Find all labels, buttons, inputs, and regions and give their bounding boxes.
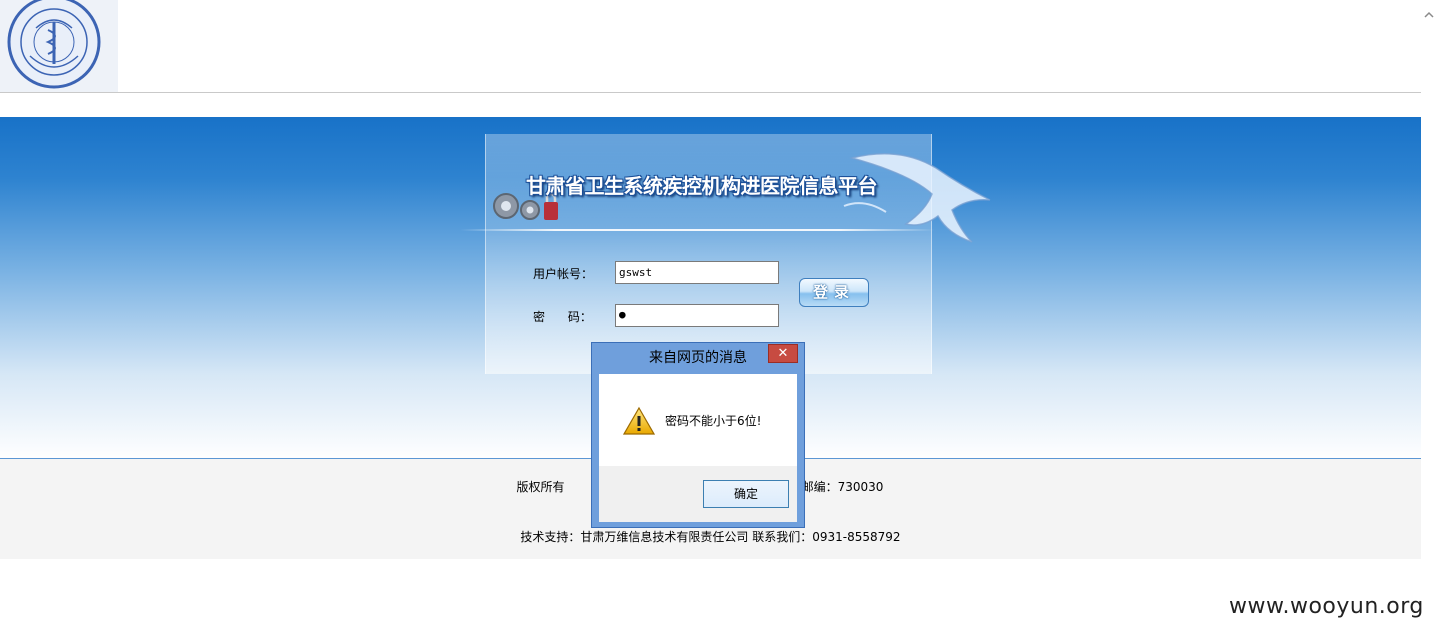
header-divider — [0, 92, 1421, 93]
close-icon[interactable]: ✕ — [768, 344, 798, 363]
password-label: 密 码： — [533, 310, 592, 324]
tech-support-text: 技术支持：甘肃万维信息技术有限责任公司 联系我们：0931-8558792 — [520, 530, 901, 544]
page-scrollbar[interactable] — [1421, 0, 1436, 637]
dialog-footer: 确定 — [599, 466, 797, 522]
login-button[interactable]: 登录 — [799, 278, 869, 307]
dialog-body: 密码不能小于6位! 确定 — [599, 374, 797, 522]
username-input[interactable] — [615, 261, 779, 284]
username-label: 用户帐号： — [533, 267, 594, 281]
dialog-message: 密码不能小于6位! — [665, 414, 762, 428]
password-input[interactable]: ● — [615, 304, 779, 327]
logo-area — [0, 0, 118, 92]
platform-title: 甘肃省卫生系统疾控机构进医院信息平台 — [526, 174, 878, 198]
alert-dialog: 来自网页的消息 ✕ 密码不能小于6位! 确定 — [591, 342, 805, 528]
health-department-seal-icon — [7, 0, 101, 89]
scroll-up-chevron-icon[interactable] — [1424, 10, 1434, 20]
warning-icon — [623, 406, 655, 435]
watermark: www.wooyun.org — [1229, 594, 1424, 619]
ok-button[interactable]: 确定 — [703, 480, 789, 508]
